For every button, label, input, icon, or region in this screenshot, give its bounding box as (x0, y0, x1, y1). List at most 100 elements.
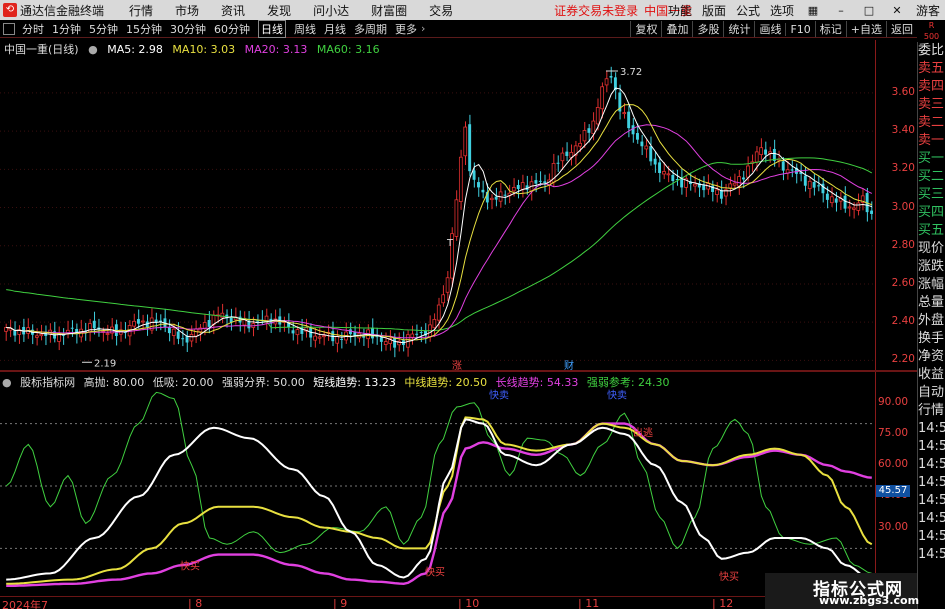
price-axis-label: 3.00 (891, 200, 915, 213)
date-axis-label: 2024年7 (2, 599, 48, 609)
side-panel-item[interactable]: 涨跌 (918, 258, 945, 276)
period-multi[interactable]: 多周期 (354, 21, 387, 37)
period-daily[interactable]: 日线 (258, 19, 286, 38)
side-panel-item[interactable]: 净资 (918, 348, 945, 366)
side-panel-item[interactable]: 收益 (918, 366, 945, 384)
side-panel-item[interactable]: 14:56 (918, 528, 945, 546)
side-panel-item[interactable]: 行情 (918, 402, 945, 420)
side-panel-item[interactable]: 涨幅 (918, 276, 945, 294)
chevron-right-icon[interactable]: › (421, 22, 425, 35)
minimize-icon[interactable]: – (832, 4, 850, 17)
menu-item-trade[interactable]: 交易 (429, 2, 453, 19)
side-panel-item[interactable]: 卖二 (918, 114, 945, 132)
maximize-icon[interactable]: □ (860, 4, 878, 17)
side-panel-item[interactable]: 14:56 (918, 438, 945, 456)
period-1min[interactable]: 1分钟 (52, 21, 81, 37)
layout-icon[interactable] (3, 22, 15, 35)
candle (17, 325, 22, 344)
side-panel-item[interactable]: 买五 (918, 222, 945, 240)
side-panel-item[interactable]: 14:56 (918, 420, 945, 438)
indicator-chart[interactable]: 快买快买 快买快卖 快卖出逃 (0, 372, 875, 596)
close-icon[interactable]: ✕ (888, 4, 906, 17)
candlestick-chart[interactable]: 3.72 2.19 T 涨 财 (0, 40, 875, 370)
settings-dot-icon[interactable]: ● (88, 43, 98, 56)
side-panel-item[interactable]: 总量 (918, 294, 945, 312)
tool-adjust[interactable]: 复权 (630, 21, 661, 37)
candle (613, 72, 617, 100)
grid-icon[interactable]: ▦ (804, 4, 822, 17)
menu-layout[interactable]: 版面 (702, 2, 726, 19)
side-panel-item[interactable]: 卖四 (918, 78, 945, 96)
side-panel-item[interactable]: 委比 (918, 42, 945, 60)
period-15min[interactable]: 15分钟 (126, 21, 162, 37)
menu-item-wealth[interactable]: 财富圈 (371, 2, 407, 19)
period-monthly[interactable]: 月线 (324, 21, 346, 37)
side-panel-item[interactable]: 卖五 (918, 60, 945, 78)
side-panel-item[interactable]: 换手 (918, 330, 945, 348)
side-panel-item[interactable]: 自动 (918, 384, 945, 402)
candle (604, 70, 609, 93)
menu-formula[interactable]: 公式 (736, 2, 760, 19)
side-panel-item[interactable]: 买一 (918, 150, 945, 168)
menu-item-news[interactable]: 资讯 (221, 2, 245, 19)
high-price-label: 3.72 (620, 67, 642, 78)
period-60min[interactable]: 60分钟 (214, 21, 250, 37)
tool-mark[interactable]: 标记 (814, 21, 846, 37)
side-panel-item[interactable]: 买三 (918, 186, 945, 204)
tool-multi-stock[interactable]: 多股 (692, 21, 723, 37)
tool-stats[interactable]: 统计 (723, 21, 754, 37)
candle (711, 180, 715, 202)
price-axis-label: 2.60 (891, 276, 915, 289)
limit-up-marker[interactable]: 涨 (452, 360, 462, 370)
candle (649, 136, 653, 166)
date-axis-label: | 10 (458, 597, 480, 609)
main-legend: 中国一重(日线) ● MA5: 2.98 MA10: 3.03 MA20: 3.… (4, 41, 386, 56)
menu-item-discover[interactable]: 发现 (267, 2, 291, 19)
period-weekly[interactable]: 周线 (294, 21, 316, 37)
side-panel-item[interactable]: 买二 (918, 168, 945, 186)
guest-user[interactable]: 游客 (916, 2, 940, 19)
login-notice[interactable]: 证券交易未登录 (554, 2, 638, 19)
candle (525, 175, 529, 195)
candle (35, 328, 39, 346)
side-panel-item[interactable]: 14:56 (918, 510, 945, 528)
period-30min[interactable]: 30分钟 (170, 21, 206, 37)
candle (362, 328, 366, 346)
tool-add-watch[interactable]: +自选 (845, 21, 886, 37)
finance-marker[interactable]: 财 (564, 359, 574, 370)
candle (507, 184, 512, 204)
side-panel-item[interactable]: 14:56 (918, 474, 945, 492)
candle (145, 314, 149, 336)
menu-item-ask[interactable]: 问小达 (313, 2, 349, 19)
candle (185, 330, 189, 353)
side-panel-item[interactable]: 卖三 (918, 96, 945, 114)
candle (516, 179, 520, 199)
tool-back[interactable]: 返回 (886, 21, 917, 37)
settings-dot-icon[interactable]: ● (2, 376, 12, 389)
tool-overlay[interactable]: 叠加 (661, 21, 692, 37)
side-panel-item[interactable]: 现价 (918, 240, 945, 258)
candle (764, 141, 768, 163)
candle (821, 177, 825, 203)
candle (242, 311, 247, 334)
menu-item-market[interactable]: 市场 (175, 2, 199, 19)
date-axis-label: | 11 (578, 597, 600, 609)
side-panel-item[interactable]: 外盘 (918, 312, 945, 330)
candle (627, 105, 631, 138)
side-panel-item[interactable]: 14:56 (918, 456, 945, 474)
side-panel-item[interactable]: 14:56 (918, 492, 945, 510)
period-5min[interactable]: 5分钟 (89, 21, 118, 37)
menu-function[interactable]: 功能 (668, 2, 692, 19)
period-intraday[interactable]: 分时 (22, 21, 44, 37)
candle (295, 325, 300, 345)
watermark-url: www.zbgs3.com (819, 594, 920, 607)
menu-item-quotes[interactable]: 行情 (129, 2, 153, 19)
menu-options[interactable]: 选项 (770, 2, 794, 19)
candle (458, 149, 463, 210)
tool-draw[interactable]: 画线 (754, 21, 785, 37)
side-panel-item[interactable]: 14:56 (918, 546, 945, 564)
side-panel-item[interactable]: 买四 (918, 204, 945, 222)
period-more[interactable]: 更多 (395, 21, 417, 37)
side-panel-item[interactable]: 卖一 (918, 132, 945, 150)
tool-f10[interactable]: F10 (785, 22, 814, 36)
